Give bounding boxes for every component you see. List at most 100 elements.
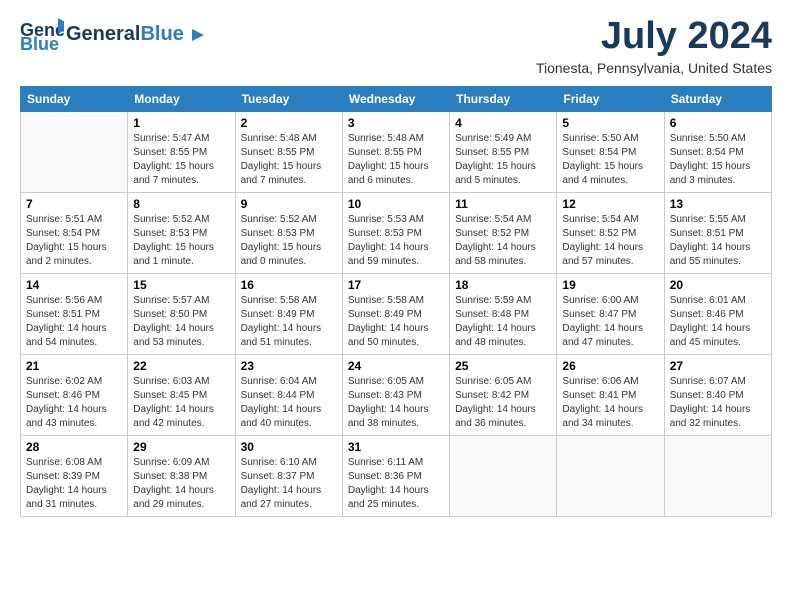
day-number: 2 [241,116,337,130]
day-number: 7 [26,197,122,211]
day-info: Sunrise: 5:56 AMSunset: 8:51 PMDaylight:… [26,294,122,350]
calendar-cell: 15 Sunrise: 5:57 AMSunset: 8:50 PMDaylig… [128,273,235,354]
day-number: 30 [241,440,337,454]
day-number: 17 [348,278,444,292]
day-number: 25 [455,359,551,373]
calendar-week-row: 28 Sunrise: 6:08 AMSunset: 8:39 PMDaylig… [21,435,772,516]
day-info: Sunrise: 5:47 AMSunset: 8:55 PMDaylight:… [133,132,229,188]
day-info: Sunrise: 5:58 AMSunset: 8:49 PMDaylight:… [348,294,444,350]
calendar-table: Sunday Monday Tuesday Wednesday Thursday… [20,86,772,517]
day-number: 9 [241,197,337,211]
day-info: Sunrise: 5:48 AMSunset: 8:55 PMDaylight:… [348,132,444,188]
calendar-cell: 7 Sunrise: 5:51 AMSunset: 8:54 PMDayligh… [21,192,128,273]
day-number: 23 [241,359,337,373]
day-info: Sunrise: 6:11 AMSunset: 8:36 PMDaylight:… [348,456,444,512]
day-info: Sunrise: 6:03 AMSunset: 8:45 PMDaylight:… [133,375,229,431]
day-info: Sunrise: 6:01 AMSunset: 8:46 PMDaylight:… [670,294,766,350]
day-number: 29 [133,440,229,454]
calendar-cell: 5 Sunrise: 5:50 AMSunset: 8:54 PMDayligh… [557,111,664,192]
header-sunday: Sunday [21,86,128,111]
calendar-cell [664,435,771,516]
day-info: Sunrise: 5:53 AMSunset: 8:53 PMDaylight:… [348,213,444,269]
calendar-cell: 3 Sunrise: 5:48 AMSunset: 8:55 PMDayligh… [342,111,449,192]
day-number: 8 [133,197,229,211]
logo-arrow-icon [190,27,206,43]
logo: General Blue GeneralBlue [20,16,206,52]
calendar-cell: 25 Sunrise: 6:05 AMSunset: 8:42 PMDaylig… [450,354,557,435]
day-info: Sunrise: 6:04 AMSunset: 8:44 PMDaylight:… [241,375,337,431]
calendar-cell [21,111,128,192]
location: Tionesta, Pennsylvania, United States [536,60,772,76]
header-saturday: Saturday [664,86,771,111]
calendar-cell: 20 Sunrise: 6:01 AMSunset: 8:46 PMDaylig… [664,273,771,354]
day-info: Sunrise: 5:52 AMSunset: 8:53 PMDaylight:… [241,213,337,269]
calendar-cell: 26 Sunrise: 6:06 AMSunset: 8:41 PMDaylig… [557,354,664,435]
day-number: 11 [455,197,551,211]
calendar-cell: 11 Sunrise: 5:54 AMSunset: 8:52 PMDaylig… [450,192,557,273]
day-info: Sunrise: 5:50 AMSunset: 8:54 PMDaylight:… [562,132,658,188]
calendar-cell: 16 Sunrise: 5:58 AMSunset: 8:49 PMDaylig… [235,273,342,354]
calendar-cell: 8 Sunrise: 5:52 AMSunset: 8:53 PMDayligh… [128,192,235,273]
calendar-week-row: 21 Sunrise: 6:02 AMSunset: 8:46 PMDaylig… [21,354,772,435]
day-number: 1 [133,116,229,130]
calendar-cell: 12 Sunrise: 5:54 AMSunset: 8:52 PMDaylig… [557,192,664,273]
calendar-cell: 31 Sunrise: 6:11 AMSunset: 8:36 PMDaylig… [342,435,449,516]
day-info: Sunrise: 6:09 AMSunset: 8:38 PMDaylight:… [133,456,229,512]
day-info: Sunrise: 6:06 AMSunset: 8:41 PMDaylight:… [562,375,658,431]
day-info: Sunrise: 5:48 AMSunset: 8:55 PMDaylight:… [241,132,337,188]
day-number: 6 [670,116,766,130]
calendar-cell: 29 Sunrise: 6:09 AMSunset: 8:38 PMDaylig… [128,435,235,516]
day-info: Sunrise: 6:10 AMSunset: 8:37 PMDaylight:… [241,456,337,512]
calendar-cell: 30 Sunrise: 6:10 AMSunset: 8:37 PMDaylig… [235,435,342,516]
calendar-week-row: 1 Sunrise: 5:47 AMSunset: 8:55 PMDayligh… [21,111,772,192]
calendar-cell: 6 Sunrise: 5:50 AMSunset: 8:54 PMDayligh… [664,111,771,192]
calendar-cell: 19 Sunrise: 6:00 AMSunset: 8:47 PMDaylig… [557,273,664,354]
weekday-header-row: Sunday Monday Tuesday Wednesday Thursday… [21,86,772,111]
day-info: Sunrise: 5:54 AMSunset: 8:52 PMDaylight:… [455,213,551,269]
day-info: Sunrise: 5:49 AMSunset: 8:55 PMDaylight:… [455,132,551,188]
calendar-cell: 2 Sunrise: 5:48 AMSunset: 8:55 PMDayligh… [235,111,342,192]
day-number: 15 [133,278,229,292]
day-number: 16 [241,278,337,292]
day-info: Sunrise: 5:52 AMSunset: 8:53 PMDaylight:… [133,213,229,269]
calendar-cell: 10 Sunrise: 5:53 AMSunset: 8:53 PMDaylig… [342,192,449,273]
day-number: 12 [562,197,658,211]
logo-general: General [66,23,140,45]
day-number: 3 [348,116,444,130]
day-info: Sunrise: 6:00 AMSunset: 8:47 PMDaylight:… [562,294,658,350]
calendar-cell: 4 Sunrise: 5:49 AMSunset: 8:55 PMDayligh… [450,111,557,192]
day-info: Sunrise: 5:59 AMSunset: 8:48 PMDaylight:… [455,294,551,350]
calendar-cell: 13 Sunrise: 5:55 AMSunset: 8:51 PMDaylig… [664,192,771,273]
day-number: 10 [348,197,444,211]
day-number: 24 [348,359,444,373]
calendar-cell: 9 Sunrise: 5:52 AMSunset: 8:53 PMDayligh… [235,192,342,273]
calendar-cell: 14 Sunrise: 5:56 AMSunset: 8:51 PMDaylig… [21,273,128,354]
day-number: 31 [348,440,444,454]
day-info: Sunrise: 6:05 AMSunset: 8:43 PMDaylight:… [348,375,444,431]
day-info: Sunrise: 6:08 AMSunset: 8:39 PMDaylight:… [26,456,122,512]
header-monday: Monday [128,86,235,111]
title-block: July 2024 Tionesta, Pennsylvania, United… [536,16,772,76]
day-number: 28 [26,440,122,454]
day-info: Sunrise: 5:57 AMSunset: 8:50 PMDaylight:… [133,294,229,350]
calendar-cell [450,435,557,516]
logo-icon: General Blue [20,16,64,52]
day-number: 13 [670,197,766,211]
header: General Blue GeneralBlue [20,16,772,76]
header-thursday: Thursday [450,86,557,111]
day-number: 26 [562,359,658,373]
day-number: 20 [670,278,766,292]
day-number: 21 [26,359,122,373]
day-number: 22 [133,359,229,373]
day-number: 18 [455,278,551,292]
calendar-cell: 28 Sunrise: 6:08 AMSunset: 8:39 PMDaylig… [21,435,128,516]
calendar-cell: 24 Sunrise: 6:05 AMSunset: 8:43 PMDaylig… [342,354,449,435]
calendar-cell: 23 Sunrise: 6:04 AMSunset: 8:44 PMDaylig… [235,354,342,435]
calendar-cell [557,435,664,516]
day-info: Sunrise: 6:02 AMSunset: 8:46 PMDaylight:… [26,375,122,431]
calendar-cell: 18 Sunrise: 5:59 AMSunset: 8:48 PMDaylig… [450,273,557,354]
logo-blue: Blue [140,23,183,45]
calendar-week-row: 14 Sunrise: 5:56 AMSunset: 8:51 PMDaylig… [21,273,772,354]
month-title: July 2024 [536,16,772,58]
day-number: 27 [670,359,766,373]
